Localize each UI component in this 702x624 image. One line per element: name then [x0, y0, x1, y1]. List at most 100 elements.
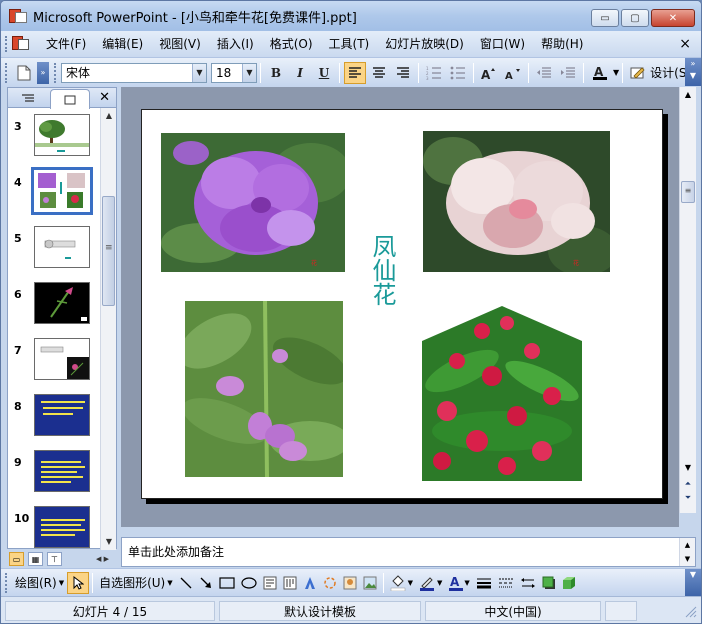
scroll-down-icon[interactable]: ▼	[101, 534, 117, 550]
line-style-button[interactable]	[473, 572, 495, 594]
slide-thumbnail[interactable]	[34, 282, 90, 324]
menu-format[interactable]: 格式(O)	[262, 31, 321, 57]
slide-sorter-view-icon[interactable]: ▦	[28, 552, 43, 566]
toolbar-grip[interactable]	[5, 572, 8, 593]
wordart-button[interactable]	[300, 572, 320, 594]
tab-slides[interactable]	[50, 89, 90, 109]
vertical-textbox-button[interactable]	[280, 572, 300, 594]
light-purple-flower-photo[interactable]	[185, 301, 343, 477]
italic-button[interactable]: I	[289, 62, 311, 84]
autoshapes-button[interactable]: 自选图形(U) ▼	[96, 572, 176, 594]
language-status[interactable]: 中文(中国)	[425, 601, 601, 621]
slide-thumbnail[interactable]	[34, 394, 90, 436]
design-template-status[interactable]: 默认设计模板	[219, 601, 421, 621]
font-size-select[interactable]: 18 ▼	[211, 62, 257, 83]
close-pane-icon[interactable]: ✕	[99, 90, 110, 105]
menu-edit[interactable]: 编辑(E)	[94, 31, 151, 57]
red-flower-photo[interactable]	[422, 301, 582, 481]
scrollbar-thumb[interactable]: ≡	[681, 181, 695, 203]
slides-pane-scrollbar[interactable]: ▲ ▼	[100, 108, 116, 550]
underline-button[interactable]: U	[313, 62, 335, 84]
toolbar-options-icon[interactable]: »	[37, 61, 49, 84]
menu-grip[interactable]	[5, 36, 9, 52]
current-slide[interactable]: 花 花 凤仙花	[141, 109, 663, 499]
align-center-button[interactable]	[368, 62, 390, 84]
3d-style-button[interactable]	[559, 572, 579, 594]
arrow-style-button[interactable]	[517, 572, 539, 594]
clipart-button[interactable]	[340, 572, 360, 594]
purple-flower-photo[interactable]: 花	[161, 133, 345, 272]
align-right-button[interactable]	[392, 62, 414, 84]
resize-grip-icon[interactable]	[683, 604, 697, 618]
next-slide-icon[interactable]: ⏷	[680, 493, 696, 506]
normal-view-icon[interactable]: ▭	[9, 552, 24, 566]
toolbar-grip[interactable]	[5, 62, 8, 83]
scrollbar-thumb[interactable]	[102, 196, 115, 306]
notes-scrollbar[interactable]: ▲ ▼	[679, 538, 695, 566]
bullets-button[interactable]	[447, 62, 469, 84]
slide-thumbnail-selected[interactable]	[31, 167, 93, 215]
line-color-button[interactable]: ▼	[416, 572, 445, 594]
minimize-button[interactable]: ▭	[591, 9, 619, 27]
chevron-down-icon[interactable]: ▼	[242, 63, 256, 82]
maximize-button[interactable]: ▢	[621, 9, 649, 27]
menu-insert[interactable]: 插入(I)	[209, 31, 262, 57]
oval-button[interactable]	[238, 572, 260, 594]
slide-title[interactable]: 凤仙花	[368, 234, 396, 306]
drawing-font-color-button[interactable]: A ▼	[445, 572, 472, 594]
oval-icon	[241, 576, 257, 589]
document-icon[interactable]	[12, 35, 30, 53]
scroll-up-icon[interactable]: ▲	[680, 87, 696, 103]
menu-help[interactable]: 帮助(H)	[533, 31, 591, 57]
toolbar-overflow-icon[interactable]: ▼	[685, 569, 701, 596]
slide-thumbnail[interactable]	[34, 506, 90, 548]
title-bar[interactable]: Microsoft PowerPoint - [小鸟和牵牛花[免费课件].ppt…	[1, 1, 701, 31]
shadow-style-button[interactable]	[539, 572, 559, 594]
increase-indent-button[interactable]	[557, 62, 579, 84]
rectangle-button[interactable]	[216, 572, 238, 594]
close-document-icon[interactable]: ×	[679, 31, 691, 57]
arrow-button[interactable]	[196, 572, 216, 594]
decrease-indent-button[interactable]	[533, 62, 555, 84]
slide-vertical-scrollbar[interactable]: ▲ ≡ ▼ ⏶ ⏷	[679, 87, 696, 513]
tab-outline[interactable]	[10, 90, 46, 108]
menu-window[interactable]: 窗口(W)	[472, 31, 533, 57]
insert-picture-button[interactable]	[360, 572, 380, 594]
toolbar-overflow-icon[interactable]: » ▼	[685, 58, 701, 86]
close-window-button[interactable]: ✕	[651, 9, 695, 27]
slideshow-view-icon[interactable]: ⊤	[47, 552, 62, 566]
chevron-down-icon[interactable]: ▼	[192, 63, 206, 82]
pink-flower-photo[interactable]: 花	[423, 131, 610, 272]
increase-font-button[interactable]: A	[478, 62, 500, 84]
toolbar-grip-2[interactable]	[54, 62, 57, 83]
textbox-button[interactable]	[260, 572, 280, 594]
font-color-button[interactable]: A	[588, 62, 612, 84]
line-button[interactable]	[176, 572, 196, 594]
new-slide-button[interactable]	[13, 62, 35, 84]
font-name-select[interactable]: 宋体 ▼	[61, 62, 207, 83]
slide-thumbnail[interactable]	[34, 114, 90, 156]
diagram-button[interactable]	[320, 572, 340, 594]
scroll-down-icon[interactable]: ▼	[680, 463, 696, 477]
dash-style-button[interactable]	[495, 572, 517, 594]
menu-view[interactable]: 视图(V)	[151, 31, 209, 57]
slide-thumbnail[interactable]	[34, 450, 90, 492]
scroll-up-icon[interactable]: ▲	[101, 108, 117, 124]
fill-color-button[interactable]: ▼	[387, 572, 416, 594]
notes-pane[interactable]: 单击此处添加备注 ▲ ▼	[121, 537, 696, 567]
powerpoint-app-icon[interactable]	[9, 7, 27, 25]
draw-menu-button[interactable]: 绘图(R) ▼	[12, 572, 67, 594]
decrease-font-button[interactable]: A	[502, 62, 524, 84]
menu-slideshow[interactable]: 幻灯片放映(D)	[377, 31, 472, 57]
menu-tools[interactable]: 工具(T)	[321, 31, 378, 57]
menu-file[interactable]: 文件(F)	[38, 31, 94, 57]
align-left-button[interactable]	[344, 61, 366, 84]
chevron-down-icon[interactable]: ▼	[613, 68, 619, 77]
select-objects-button[interactable]	[67, 571, 90, 594]
slide-thumbnail[interactable]	[34, 338, 90, 380]
numbering-button[interactable]: 123	[423, 62, 445, 84]
previous-slide-icon[interactable]: ⏶	[680, 479, 696, 492]
horizontal-scroll-arrows[interactable]: ◀ ▶	[96, 555, 117, 563]
slide-thumbnail[interactable]	[34, 226, 90, 268]
bold-button[interactable]: B	[265, 62, 287, 84]
